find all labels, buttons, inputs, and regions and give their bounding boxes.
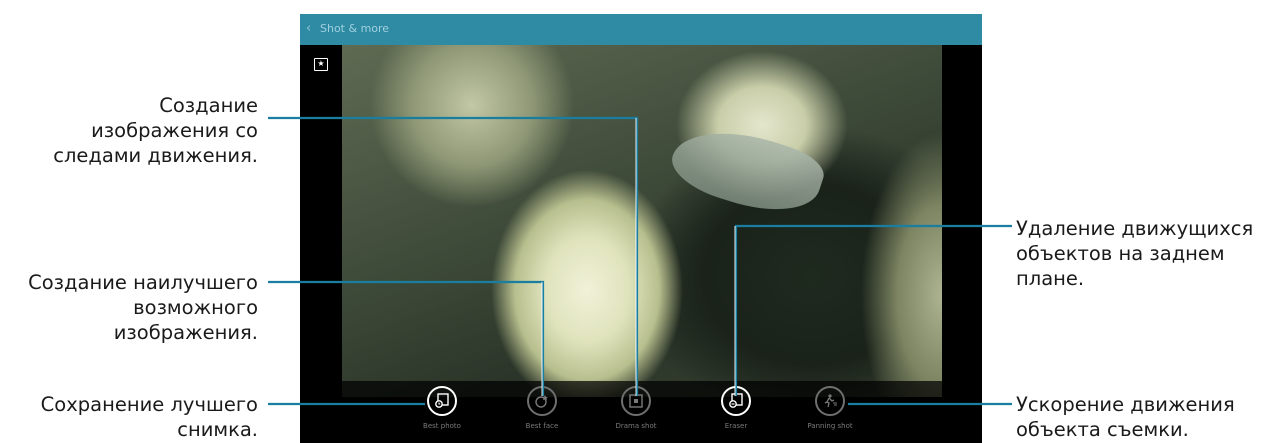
eraser-icon — [729, 393, 743, 408]
callout-line: возможного — [133, 296, 258, 319]
mode-label: Panning shot — [807, 422, 853, 430]
callout-line: изображения со — [91, 119, 258, 142]
panning-shot-icon — [824, 394, 837, 408]
mode-label: Drama shot — [615, 422, 657, 430]
callout-line: изображения. — [113, 321, 258, 344]
callout-panning-shot: Ускорение движения объекта съемки. — [1016, 392, 1280, 442]
screen-title: Shot & more — [320, 22, 390, 35]
callout-line: Создание — [159, 94, 258, 117]
mode-label: Best face — [525, 422, 559, 430]
best-face-icon — [535, 395, 548, 408]
preview-photo — [342, 45, 942, 397]
callout-line: объектов на заднем — [1016, 242, 1225, 265]
callout-drama-shot: Создание изображения со следами движения… — [20, 93, 258, 168]
mode-bar: Best photo Best face Drama shot Eraser P… — [300, 381, 982, 443]
callout-line: Создание наилучшего — [28, 271, 258, 294]
leaf-shape — [664, 113, 830, 227]
callout-line: Удаление движущихся — [1016, 217, 1254, 240]
callout-eraser: Удаление движущихся объектов на заднем п… — [1016, 216, 1280, 291]
best-photo-icon — [435, 393, 449, 408]
mode-label: Eraser — [724, 422, 748, 430]
callout-line: Ускорение движения — [1016, 393, 1235, 416]
title-bar: ‹ Shot & more — [300, 14, 982, 45]
callout-line: следами движения. — [53, 144, 258, 167]
drama-shot-icon — [629, 394, 643, 408]
callout-line: снимка. — [177, 418, 258, 441]
best-photo-button[interactable] — [427, 386, 457, 416]
eraser-button[interactable] — [721, 386, 751, 416]
camera-screen: ‹ Shot & more ★ Best photo Best face Dra… — [300, 14, 982, 443]
chevron-left-icon[interactable]: ‹ — [306, 21, 311, 37]
callout-best-photo: Сохранение лучшего снимка. — [0, 392, 258, 442]
callout-line: плане. — [1016, 267, 1085, 290]
best-face-button[interactable] — [527, 386, 557, 416]
panning-shot-button[interactable] — [815, 386, 845, 416]
gallery-star-icon[interactable]: ★ — [314, 58, 328, 71]
mode-label: Best photo — [423, 422, 461, 430]
callout-best-face: Создание наилучшего возможного изображен… — [0, 270, 258, 345]
callout-line: Сохранение лучшего — [40, 393, 258, 416]
drama-shot-button[interactable] — [621, 386, 651, 416]
callout-line: объекта съемки. — [1016, 418, 1189, 441]
